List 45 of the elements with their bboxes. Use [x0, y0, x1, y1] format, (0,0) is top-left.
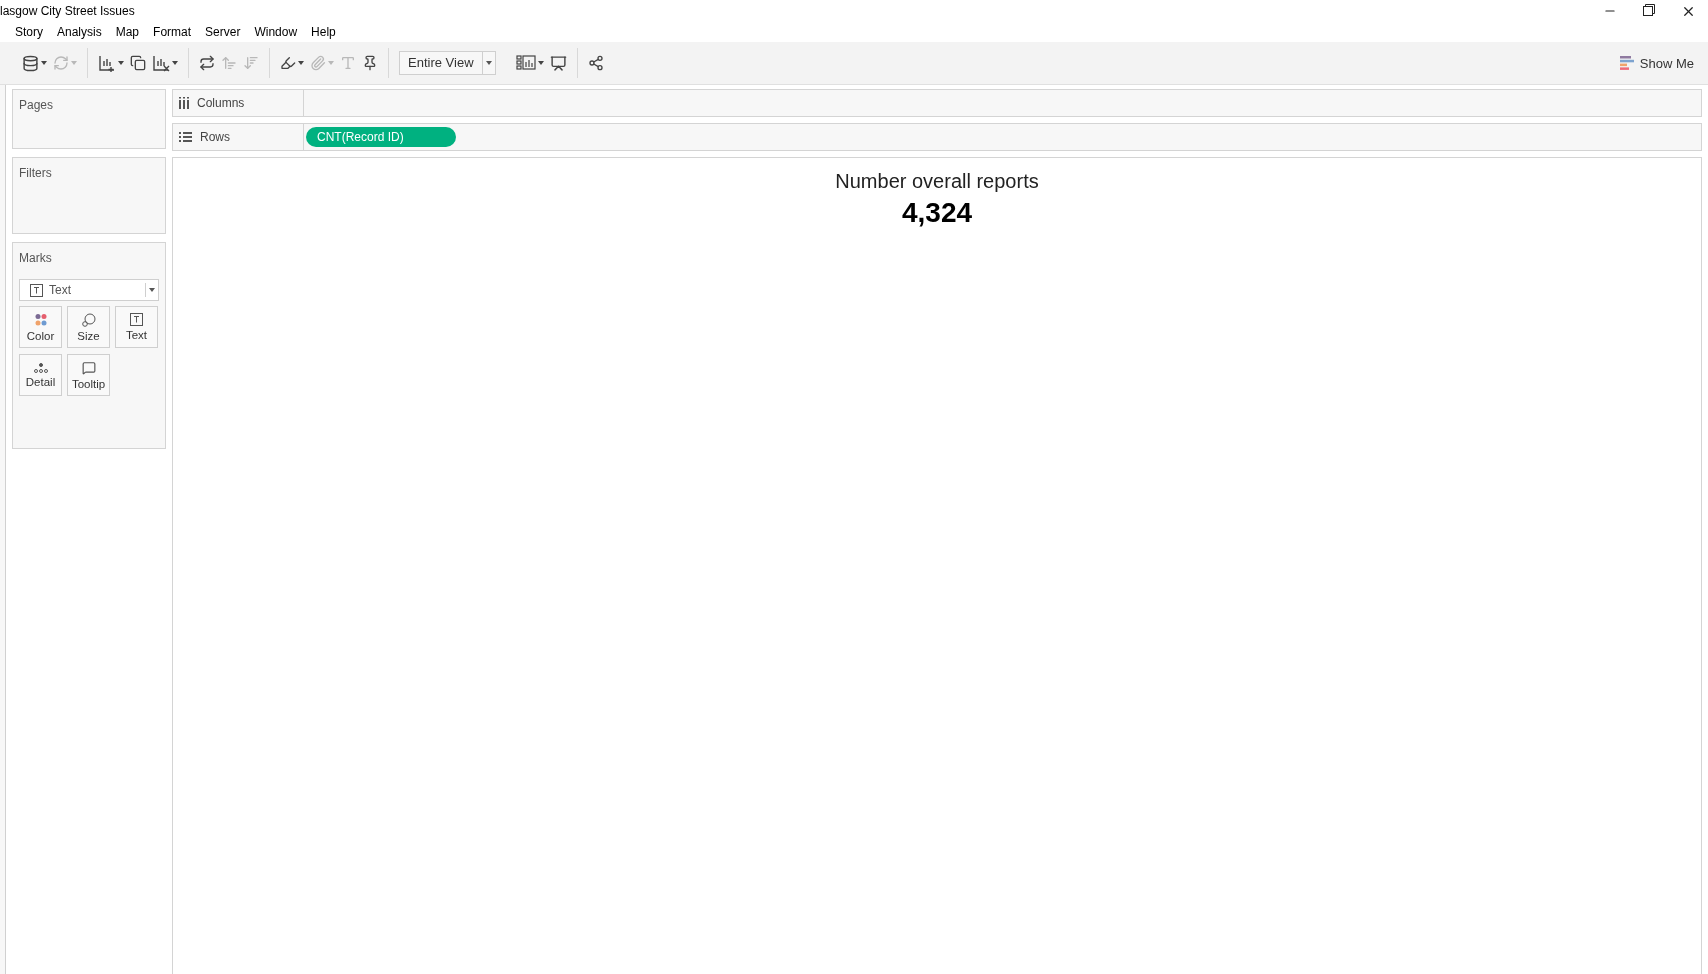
menu-item[interactable]: Window — [247, 25, 305, 39]
rows-icon — [179, 132, 192, 142]
mark-property-button[interactable]: Tooltip — [67, 354, 110, 396]
highlighter-icon[interactable] — [280, 55, 304, 71]
size-icon — [81, 312, 96, 327]
mark-property-button[interactable]: Size — [67, 306, 110, 348]
menu-item[interactable]: Help — [304, 25, 343, 39]
mark-property-button[interactable]: Color — [19, 306, 62, 348]
mark-property-button[interactable]: Text — [115, 306, 158, 348]
view-title: Number overall reports — [835, 170, 1039, 193]
share-icon[interactable] — [587, 55, 604, 71]
text-icon — [130, 313, 143, 326]
clear-sheet-icon[interactable] — [152, 54, 178, 72]
mark-type-dropdown[interactable]: Text — [19, 279, 159, 301]
caret-icon — [146, 288, 158, 292]
show-cards-icon[interactable] — [515, 55, 544, 71]
menu-item[interactable]: Map — [108, 25, 147, 39]
fit-dropdown[interactable]: Entire View — [399, 51, 496, 75]
show-me-icon — [1619, 56, 1634, 70]
metric-value: 4,324 — [901, 197, 973, 229]
window-title: lasgow City Street Issues — [0, 4, 135, 18]
columns-icon — [179, 97, 189, 109]
show-me-button[interactable]: Show Me — [1613, 54, 1700, 72]
database-icon[interactable] — [22, 54, 47, 72]
text-icon — [30, 283, 43, 297]
shelf-label: Columns — [197, 96, 245, 110]
new-worksheet-icon[interactable] — [98, 54, 124, 72]
restore-icon[interactable] — [1643, 3, 1655, 19]
mark-property-button[interactable]: Detail — [19, 354, 62, 396]
duplicate-icon[interactable] — [130, 55, 146, 71]
presentation-icon[interactable] — [549, 54, 567, 72]
card-title: Filters — [19, 166, 53, 180]
menu-item[interactable]: Analysis — [50, 25, 109, 39]
color-icon — [33, 312, 48, 327]
tooltip-icon — [81, 360, 96, 375]
menu-item[interactable]: Format — [146, 25, 199, 39]
card-title: Pages — [19, 98, 55, 112]
menu-item[interactable]: Server — [198, 25, 248, 39]
swap-icon[interactable] — [199, 55, 215, 71]
mark-type-label: Text — [49, 283, 71, 297]
shelf-label: Rows — [200, 130, 230, 144]
pin-icon[interactable] — [362, 55, 378, 71]
menu-item[interactable]: Story — [8, 25, 50, 39]
detail-icon — [33, 362, 48, 373]
card-title: Marks — [19, 251, 53, 265]
